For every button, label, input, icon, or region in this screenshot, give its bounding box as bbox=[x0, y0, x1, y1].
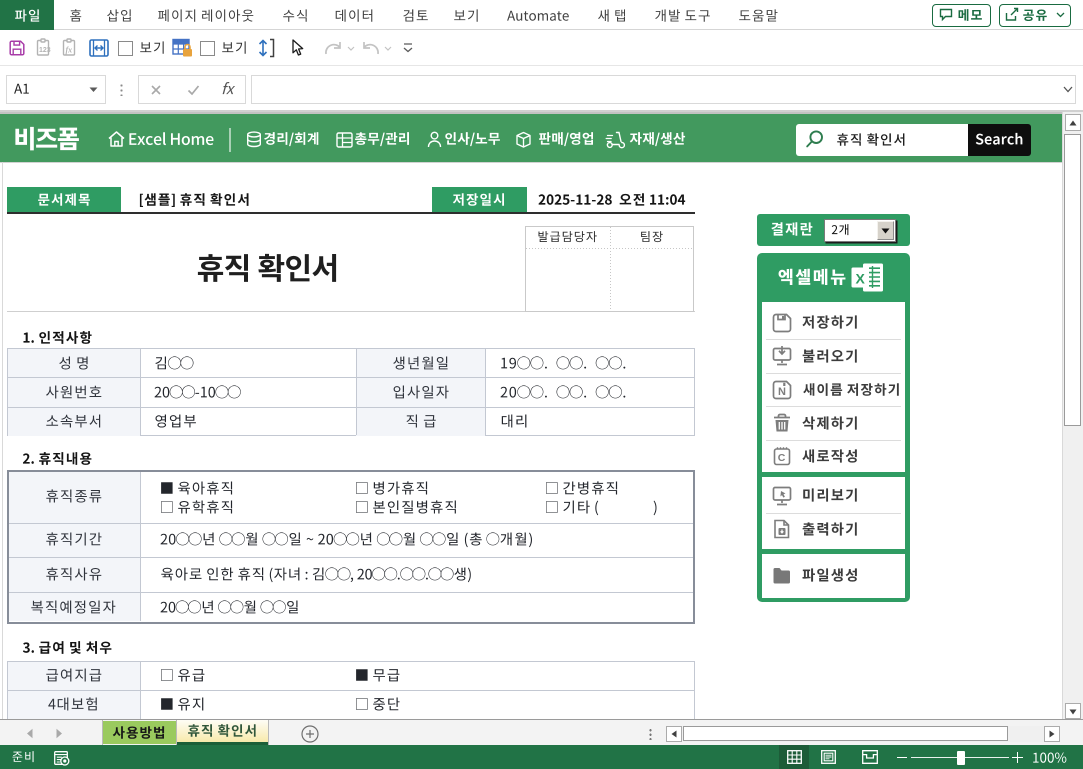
svg-text:fx: fx bbox=[66, 46, 73, 55]
svg-text:N: N bbox=[778, 386, 786, 398]
svg-text:C: C bbox=[778, 452, 786, 464]
svg-text:123: 123 bbox=[39, 47, 51, 54]
svg-text:X: X bbox=[856, 271, 866, 287]
